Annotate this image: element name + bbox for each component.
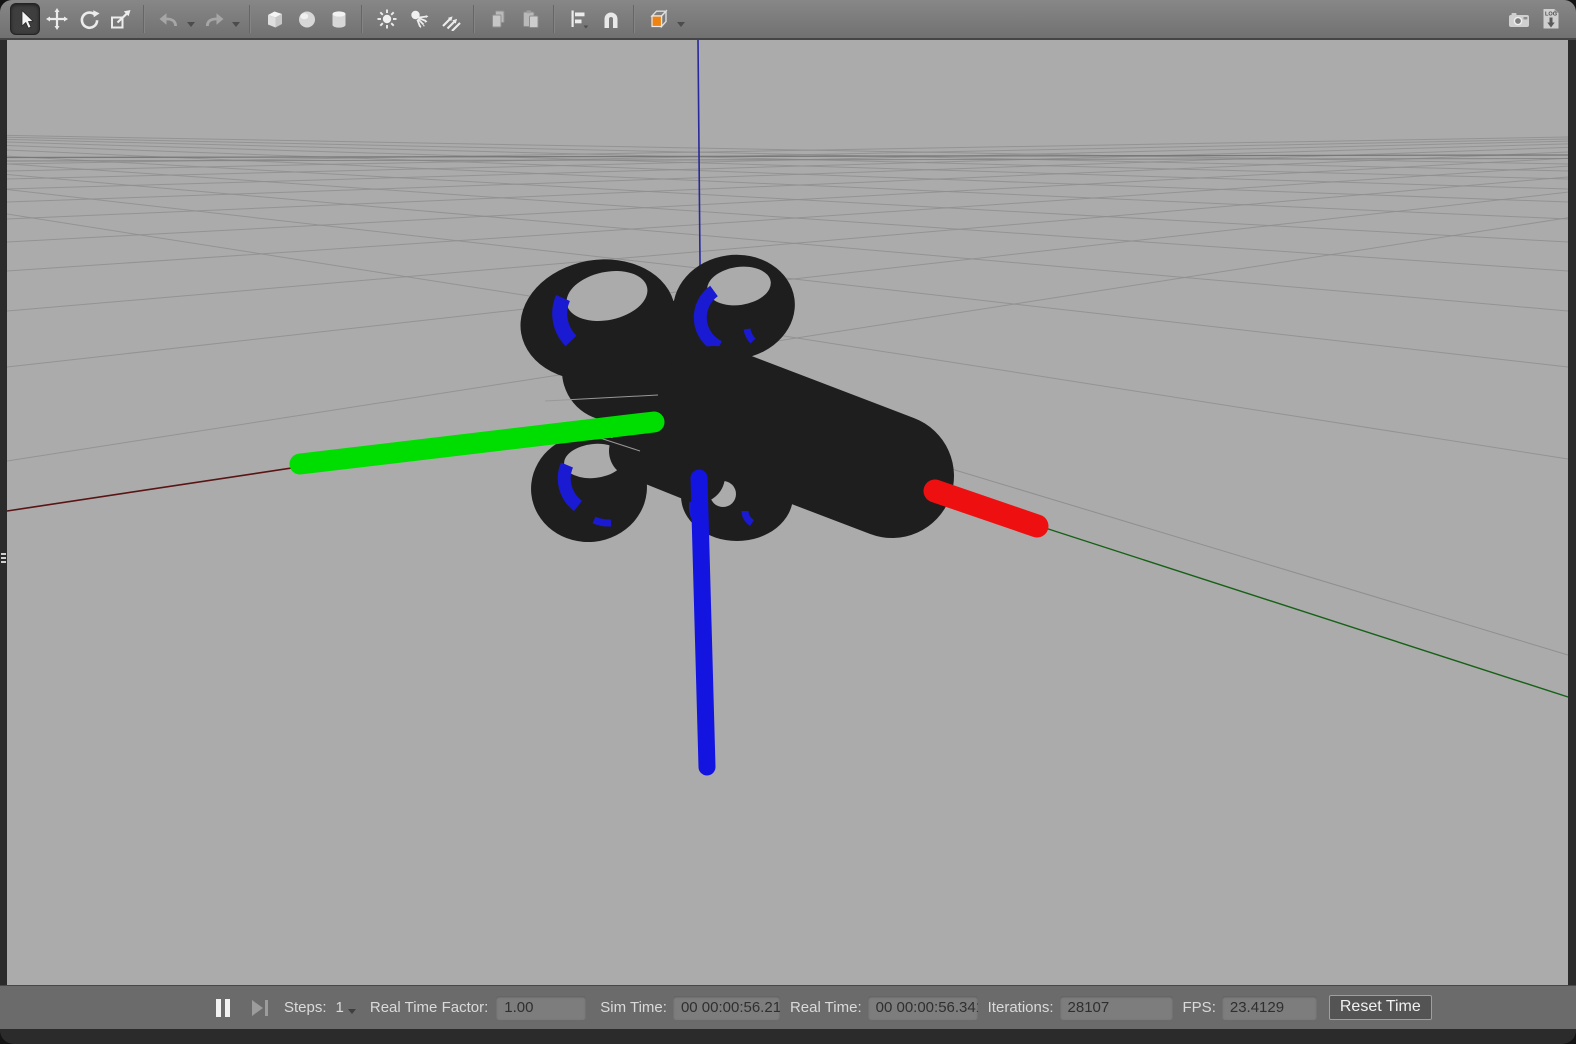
real-time-label: Real Time: — [789, 999, 862, 1016]
snap-tool-button[interactable] — [596, 3, 626, 35]
align-icon — [571, 10, 589, 29]
redo-button[interactable] — [199, 3, 229, 35]
data-logger-button[interactable]: LOG — [1536, 3, 1566, 35]
undo-button[interactable] — [154, 3, 184, 35]
box-shape-icon — [268, 11, 282, 28]
rotate-tool-button[interactable] — [74, 3, 104, 35]
screenshot-button[interactable] — [1504, 3, 1534, 35]
pause-icon — [216, 998, 221, 1017]
view-angle-button[interactable] — [644, 3, 674, 35]
paste-icon — [523, 10, 539, 28]
rtf-label: Real Time Factor: — [369, 999, 489, 1016]
main-toolbar: LOG — [0, 0, 1576, 40]
scene-canvas — [7, 40, 1568, 985]
z-axis-handle[interactable] — [690, 469, 716, 776]
undo-history-dropdown[interactable] — [187, 21, 195, 27]
spot-light-button[interactable] — [404, 3, 434, 35]
log-icon-text: LOG — [1545, 12, 1557, 18]
directional-light-button[interactable] — [436, 3, 466, 35]
magnet-snap-icon — [604, 12, 618, 28]
paste-button[interactable] — [516, 3, 546, 35]
reset-time-button[interactable]: Reset Time — [1328, 995, 1432, 1020]
scale-tool-button[interactable] — [106, 3, 136, 35]
spot-light-icon — [411, 10, 429, 29]
fps-field: 23.4129 — [1221, 995, 1317, 1020]
step-button[interactable] — [252, 999, 268, 1016]
real-time-field: 00 00:00:56.341 — [867, 995, 978, 1020]
point-light-icon — [377, 9, 397, 29]
window-bottom-frame — [0, 1029, 1576, 1042]
copy-button[interactable] — [484, 3, 514, 35]
sim-time-label: Sim Time: — [600, 999, 667, 1016]
step-icon — [265, 999, 268, 1016]
select-tool-button[interactable] — [10, 3, 40, 35]
gazebo-app-window: LOG Steps: 1 Real Time Factor: 1.00 Sim … — [0, 0, 1576, 1044]
toolbar-separator — [473, 5, 475, 33]
toolbar-separator — [249, 5, 251, 33]
insert-cylinder-button[interactable] — [324, 3, 354, 35]
viewport-frame — [0, 40, 1576, 985]
translate-tool-button[interactable] — [42, 3, 72, 35]
point-light-button[interactable] — [372, 3, 402, 35]
steps-value: 1 — [335, 999, 344, 1016]
cursor-arrow-icon — [21, 9, 34, 29]
toolbar-separator — [361, 5, 363, 33]
steps-dropdown[interactable] — [347, 1009, 356, 1014]
iterations-label: Iterations: — [987, 999, 1054, 1016]
window-resize-grip — [1, 551, 6, 565]
redo-history-dropdown[interactable] — [232, 21, 240, 27]
gazebo-window: { "toolbar": { "active_tool": "select", … — [0, 0, 1576, 1044]
propeller-blade — [592, 516, 612, 527]
sphere-shape-icon — [299, 11, 315, 28]
move-icon — [46, 8, 68, 30]
toolbar-separator — [143, 5, 145, 33]
rotate-icon — [80, 10, 100, 30]
render-viewport[interactable] — [7, 40, 1568, 985]
view-cube-icon — [650, 9, 668, 29]
fuselage-cylinder — [652, 346, 954, 538]
step-icon — [252, 999, 263, 1016]
pause-button[interactable] — [216, 998, 230, 1017]
copy-icon — [492, 10, 505, 28]
align-tool-button[interactable] — [564, 3, 594, 35]
camera-icon — [1509, 13, 1529, 27]
iterations-field: 28107 — [1059, 995, 1173, 1020]
sim-time-field: 00 00:00:56.214 — [672, 995, 780, 1020]
cylinder-shape-icon — [332, 11, 346, 28]
insert-box-button[interactable] — [260, 3, 290, 35]
view-angle-dropdown[interactable] — [677, 21, 685, 27]
undo-icon — [159, 13, 177, 26]
scale-icon — [111, 10, 131, 29]
toolbar-separator — [553, 5, 555, 33]
redo-icon — [206, 13, 224, 26]
fps-label: FPS: — [1182, 999, 1216, 1016]
log-record-icon: LOG — [1543, 9, 1559, 29]
insert-sphere-button[interactable] — [292, 3, 322, 35]
toolbar-separator — [633, 5, 635, 33]
directional-light-icon — [442, 16, 461, 31]
steps-label: Steps: — [284, 999, 327, 1016]
simulation-statusbar: Steps: 1 Real Time Factor: 1.00 Sim Time… — [0, 985, 1576, 1029]
rtf-field: 1.00 — [496, 995, 587, 1020]
pause-icon — [225, 998, 230, 1017]
